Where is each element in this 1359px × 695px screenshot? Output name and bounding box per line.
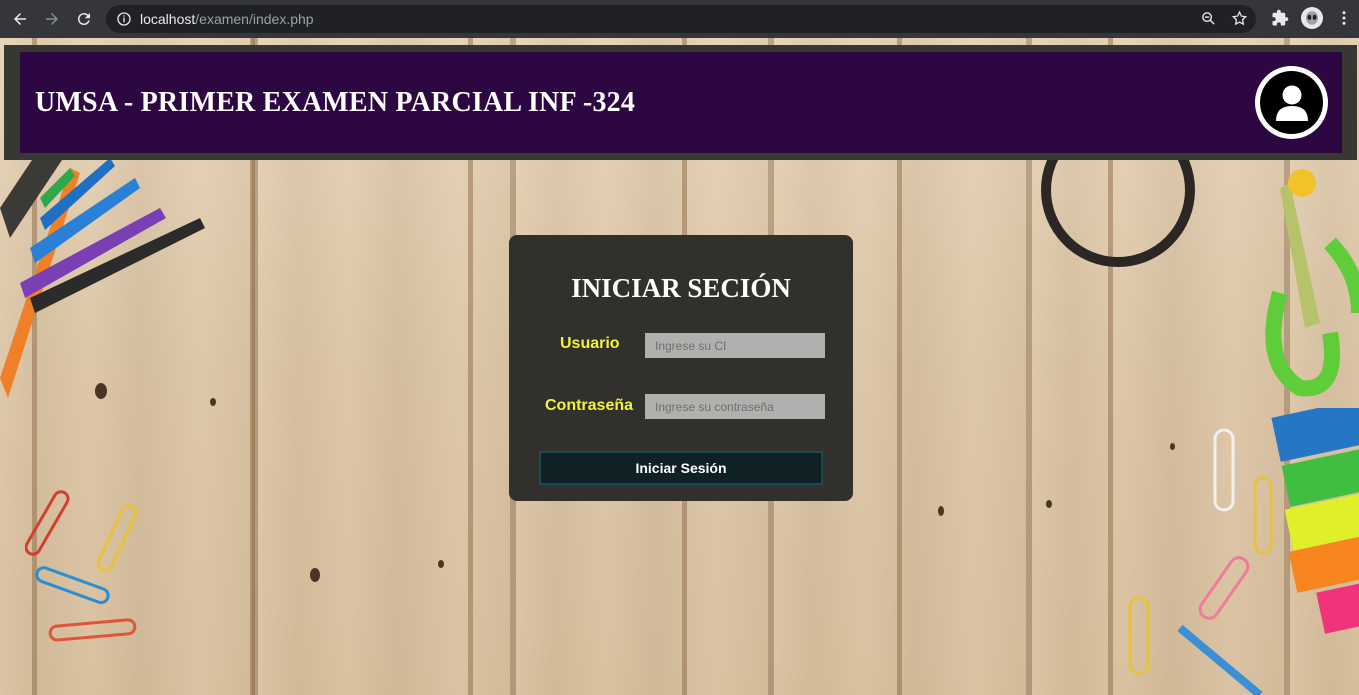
- forward-button[interactable]: [40, 7, 64, 31]
- password-input[interactable]: [645, 394, 825, 419]
- login-card: INICIAR SECIÓN Usuario Contraseña Inicia…: [509, 235, 853, 501]
- login-button[interactable]: Iniciar Sesión: [539, 451, 823, 485]
- pens-decoration: [0, 148, 205, 398]
- wood-knot: [310, 568, 320, 582]
- arrow-right-icon: [46, 13, 58, 25]
- login-title: INICIAR SECIÓN: [571, 273, 791, 303]
- user-input[interactable]: [645, 333, 825, 358]
- reload-icon: [77, 13, 90, 26]
- wood-knot: [1046, 500, 1052, 508]
- password-label: Contraseña: [545, 397, 634, 414]
- page-title: UMSA - PRIMER EXAMEN PARCIAL INF -324: [35, 86, 636, 118]
- scissors-decoration: [1265, 169, 1359, 397]
- address-bar[interactable]: localhost/examen/index.php: [106, 5, 1256, 33]
- site-header: UMSA - PRIMER EXAMEN PARCIAL INF -324: [4, 45, 1357, 160]
- paperclips-decoration: [25, 490, 138, 642]
- url-path: /examen/index.php: [195, 11, 314, 27]
- arrow-left-icon: [14, 13, 26, 25]
- avatar-circle: [1260, 71, 1323, 134]
- header-banner: UMSA - PRIMER EXAMEN PARCIAL INF -324: [20, 52, 1342, 153]
- wood-knot: [438, 560, 444, 568]
- profile-avatar[interactable]: [1301, 7, 1323, 29]
- wood-knot: [210, 398, 216, 406]
- wood-knot: [938, 506, 944, 516]
- alien-icon: [1306, 11, 1318, 25]
- page-viewport: UMSA - PRIMER EXAMEN PARCIAL INF -324 IN…: [0, 38, 1359, 695]
- reload-button[interactable]: [72, 7, 96, 31]
- star-icon[interactable]: [1231, 10, 1248, 27]
- url-host: localhost: [140, 11, 196, 27]
- menu-dots-icon[interactable]: [1335, 9, 1353, 27]
- zoom-icon[interactable]: [1200, 10, 1217, 27]
- user-avatar[interactable]: [1255, 66, 1328, 139]
- back-button[interactable]: [8, 7, 32, 31]
- info-icon[interactable]: [116, 11, 132, 27]
- clips-right-decoration: [1128, 428, 1273, 695]
- url-text: localhost/examen/index.php: [140, 11, 314, 27]
- extensions-icon[interactable]: [1271, 9, 1289, 27]
- browser-toolbar: localhost/examen/index.php: [0, 0, 1359, 38]
- sticky-notes-decoration: [1271, 408, 1359, 634]
- user-icon: [1275, 85, 1308, 121]
- user-label: Usuario: [560, 335, 620, 352]
